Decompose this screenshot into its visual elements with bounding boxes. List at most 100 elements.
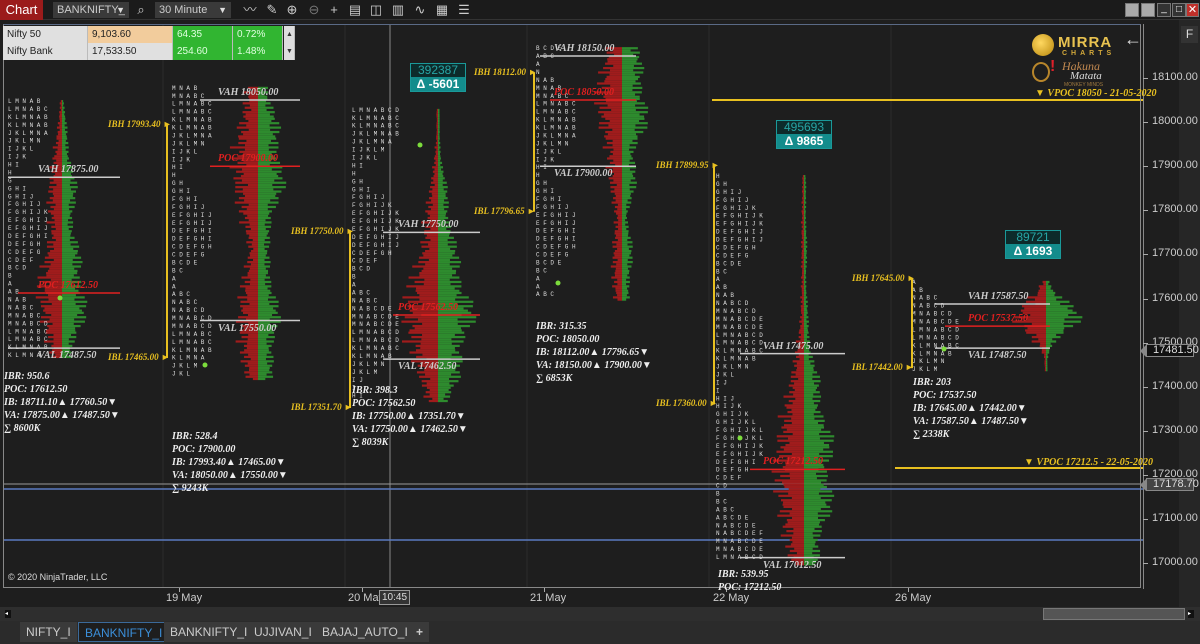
tpo-letters: J K L M [352, 369, 378, 376]
sell-volume-bar [60, 100, 62, 103]
price-tick [1143, 298, 1148, 300]
sell-volume-bar [243, 172, 258, 176]
buy-volume-bar [622, 139, 633, 142]
sell-volume-bar [53, 188, 62, 191]
tpo-letters: C D E F [8, 257, 34, 264]
sell-volume-bar [607, 133, 622, 136]
sell-volume-bar [801, 252, 804, 255]
buy-volume-bar [1046, 353, 1048, 356]
buy-volume-bar [622, 203, 627, 206]
profile-stat: VA: 17587.50▲ 17487.50▼ [913, 416, 1029, 427]
buy-volume-bar [804, 318, 807, 321]
poc-label: POC 17537.50 [968, 313, 1028, 325]
scroll-left-icon[interactable]: ◂ [5, 610, 11, 618]
buy-volume-bar [62, 205, 75, 209]
buy-volume-bar [804, 199, 806, 202]
buy-volume-bar [258, 311, 278, 314]
tab-banknifty-i-active[interactable]: BANKNIFTY_I [78, 622, 170, 642]
sell-volume-bar [247, 338, 258, 341]
price-axis[interactable] [1143, 24, 1179, 589]
sell-volume-bar [801, 230, 804, 233]
scroll-thumb[interactable] [1043, 608, 1185, 620]
tab-ujjivan-i[interactable]: UJJIVAN_I [248, 622, 318, 642]
tpo-letters: J K L M N A [536, 132, 576, 139]
back-arrow-icon[interactable]: ← [1124, 29, 1142, 50]
scroll-right-icon[interactable]: ▸ [1188, 610, 1194, 618]
buy-volume-bar [258, 126, 282, 129]
sell-volume-bar [419, 256, 438, 259]
sell-volume-bar [1031, 322, 1046, 325]
tab-bajaj-auto-i[interactable]: BAJAJ_AUTO_I [316, 622, 414, 642]
sell-volume-bar [802, 179, 804, 182]
scroll-down-icon[interactable]: ▼ [284, 43, 295, 60]
quote-row[interactable]: Nifty 50 9,103.60 64.35 0.72% ▲ [3, 26, 295, 43]
tab-nifty-i[interactable]: NIFTY_I [20, 622, 77, 642]
tpo-letters: M N A B C D [716, 308, 756, 315]
sell-volume-bar [238, 197, 258, 200]
sell-volume-bar [249, 223, 258, 226]
sell-volume-bar [802, 194, 804, 198]
sell-volume-bar [247, 183, 258, 187]
tpo-letters: M N A B C D [172, 323, 212, 330]
tpo-letters: I J K L [172, 148, 198, 155]
buy-volume-bar [258, 139, 271, 142]
tpo-letters: F G H I J [716, 197, 748, 204]
buy-volume-bar [804, 406, 817, 409]
sell-volume-bar [617, 247, 622, 250]
scroll-up-icon[interactable]: ▲ [284, 26, 295, 43]
sell-volume-bar [49, 197, 62, 200]
buy-volume-bar [804, 230, 807, 233]
buy-volume-bar [622, 225, 629, 228]
sell-volume-bar [55, 227, 62, 231]
sell-volume-bar [802, 205, 804, 209]
sell-volume-bar [430, 238, 438, 242]
buy-volume-bar [804, 428, 822, 431]
sell-volume-bar [235, 340, 258, 343]
sell-volume-bar [425, 391, 438, 394]
sell-volume-bar [409, 351, 438, 354]
tpo-letters: D E F G H [8, 241, 41, 248]
buy-volume-bar [804, 316, 809, 319]
buy-volume-bar [62, 102, 64, 105]
sell-volume-bar [420, 342, 438, 345]
buy-volume-bar [62, 309, 82, 312]
tab-banknifty-i[interactable]: BANKNIFTY_I [164, 622, 254, 642]
horizontal-scrollbar[interactable]: ◂ ▸ [0, 607, 1200, 621]
sell-volume-bar [801, 333, 804, 336]
profile-stat: IB: 18112.00▲ 17796.65▼ [536, 347, 650, 358]
buy-volume-bar [258, 238, 265, 242]
tpo-letters: B C D E [716, 260, 742, 267]
sell-volume-bar [802, 269, 804, 273]
buy-volume-bar [1046, 344, 1053, 348]
sell-volume-bar [803, 183, 804, 187]
f-button[interactable]: F [1181, 26, 1198, 43]
sell-volume-bar [617, 294, 622, 297]
buy-volume-bar [622, 102, 645, 105]
buy-volume-bar [622, 289, 629, 292]
sell-volume-bar [613, 252, 622, 255]
buy-volume-bar [62, 108, 64, 112]
sell-volume-bar [1020, 309, 1046, 312]
profile-stat: IB: 17645.00▲ 17442.00▼ [913, 403, 1027, 414]
buy-volume-bar [622, 227, 627, 231]
add-tab-button[interactable]: + [410, 622, 430, 642]
buy-volume-bar [62, 159, 68, 162]
sell-volume-bar [802, 278, 804, 281]
tpo-letters: L M N A B C [536, 109, 576, 116]
buy-volume-bar [438, 144, 440, 147]
sell-volume-bar [613, 64, 622, 67]
buy-volume-bar [804, 197, 807, 200]
time-label: 21 May [530, 592, 567, 604]
buy-volume-bar [804, 435, 835, 438]
sell-volume-bar [436, 117, 438, 120]
quote-row[interactable]: Nifty Bank 17,533.50 254.60 1.48% ▼ [3, 43, 295, 60]
sell-volume-bar [785, 523, 804, 526]
sell-volume-bar [787, 410, 804, 414]
sell-volume-bar [781, 499, 804, 502]
buy-volume-bar [62, 305, 87, 308]
sell-volume-bar [612, 144, 622, 147]
sell-volume-bar [436, 119, 438, 123]
sell-volume-bar [1031, 335, 1046, 339]
buy-volume-bar [804, 386, 817, 389]
sell-volume-bar [436, 144, 438, 147]
